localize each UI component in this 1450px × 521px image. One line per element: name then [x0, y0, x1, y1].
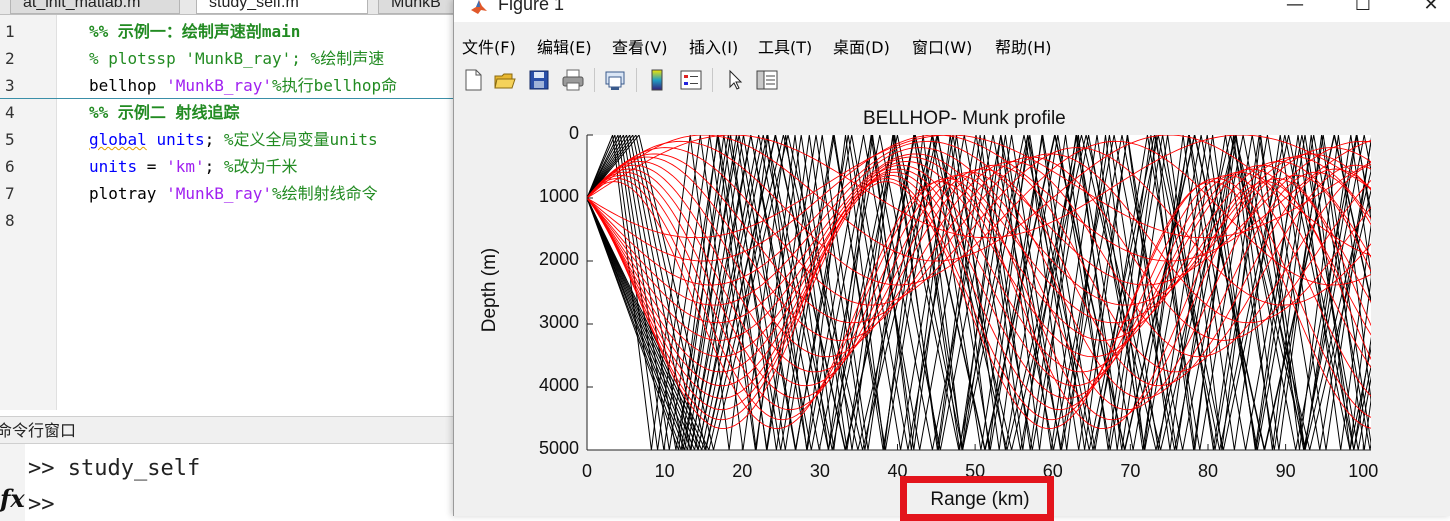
new-figure-icon[interactable] — [460, 67, 486, 93]
code-token: units — [89, 157, 138, 176]
x-tick-label: 30 — [809, 461, 830, 481]
file-tab-bar: at_init_matlab.m study_self.m MunkB — [0, 0, 456, 15]
insert-legend-icon[interactable] — [678, 67, 704, 93]
menu-desktop[interactable]: 桌面(D) — [833, 34, 890, 58]
code-token: %改为千米 — [223, 157, 298, 176]
x-tick-label: 70 — [1120, 461, 1141, 481]
line-number: 7 — [5, 184, 15, 203]
property-editor-icon[interactable] — [754, 67, 780, 93]
code-token: %执行bellhop命 — [272, 76, 398, 95]
x-tick-label: 20 — [732, 461, 753, 481]
command-history-line: >> study_self — [28, 456, 201, 481]
plot-area: BELLHOP- Munk profile 0 10 20 30 40 50 60 70 80 9… — [454, 100, 1450, 521]
section-divider — [0, 98, 456, 99]
y-axis-label: Depth (m) — [479, 247, 500, 333]
figure-toolbar — [454, 63, 1450, 97]
toolbar-separator — [594, 68, 595, 92]
command-window-title: 命令行窗口 — [0, 416, 456, 444]
line-number: 1 — [5, 22, 15, 41]
code-line[interactable]: bellhop 'MunkB_ray'%执行bellhop命 — [89, 72, 397, 99]
minimize-button[interactable]: — — [1280, 0, 1310, 18]
figure-title: Figure 1 — [498, 0, 565, 14]
toolbar-separator — [712, 68, 713, 92]
save-icon[interactable] — [526, 67, 552, 93]
code-token: plotray — [89, 184, 167, 203]
toolbar-separator — [636, 68, 637, 92]
code-token: ; — [204, 130, 224, 149]
code-token: bellhop — [89, 76, 167, 95]
print-icon[interactable] — [560, 67, 586, 93]
open-file-icon[interactable] — [492, 67, 518, 93]
x-tick-label: 80 — [1197, 461, 1218, 481]
figure-menu-bar: 文件(F) 编辑(E) 查看(V) 插入(I) 工具(T) 桌面(D) 窗口(W… — [454, 31, 1450, 59]
menu-file[interactable]: 文件(F) — [462, 34, 516, 58]
menu-edit[interactable]: 编辑(E) — [537, 34, 592, 58]
ray-trace-plot[interactable] — [454, 100, 1450, 516]
menu-window[interactable]: 窗口(W) — [912, 34, 972, 58]
code-token: %% 示例二 射线追踪 — [89, 103, 240, 122]
code-token: %% 示例一：绘制声速剖 — [89, 22, 262, 41]
figure-window: Figure 1 — ☐ ✕ 文件(F) 编辑(E) 查看(V) 插入(I) 工… — [453, 0, 1450, 521]
code-line[interactable]: % plotssp 'MunkB_ray'; %绘制声速 — [89, 45, 384, 72]
y-tick-label: 2000 — [538, 249, 579, 269]
file-tab-munkb[interactable]: MunkB — [378, 0, 456, 14]
code-token: %定义全局变量units — [223, 130, 378, 149]
code-token: 'MunkB_ray' — [166, 76, 273, 95]
code-token: %绘制射线命令 — [272, 184, 378, 203]
line-number: 3 — [5, 76, 15, 95]
code-token: = — [137, 157, 167, 176]
link-figure-icon[interactable] — [602, 67, 628, 93]
code-token: units — [156, 130, 205, 149]
code-line[interactable]: %% 示例二 射线追踪 — [89, 99, 240, 126]
file-tab-study-self[interactable]: study_self.m — [196, 0, 368, 14]
pointer-icon[interactable] — [722, 67, 748, 93]
highlight-box — [900, 476, 1054, 521]
x-tick-label: 0 — [581, 461, 593, 481]
close-button[interactable]: ✕ — [1416, 0, 1446, 18]
command-window-title-label: 命令行窗口 — [0, 421, 77, 440]
y-tick-label: 4000 — [538, 375, 579, 395]
code-line[interactable]: %% 示例一：绘制声速剖main — [89, 18, 300, 45]
code-token: global — [89, 130, 147, 149]
matlab-logo-icon — [471, 0, 487, 14]
function-browser-icon[interactable]: fx — [0, 484, 25, 513]
figure-title-bar: Figure 1 — ☐ ✕ — [454, 0, 1450, 22]
y-tick-label: 3000 — [538, 312, 579, 332]
y-tick-label: 0 — [568, 123, 579, 143]
x-tick-label: 100 — [1348, 461, 1379, 481]
line-number: 6 — [5, 157, 15, 176]
command-prompt[interactable]: >> — [28, 492, 55, 517]
code-token: % plotssp 'MunkB_ray'; %绘制声速 — [89, 49, 385, 68]
x-tick-label: 10 — [654, 461, 675, 481]
code-line[interactable]: units = 'km'; %改为千米 — [89, 153, 298, 180]
code-token: 'km' — [166, 157, 205, 176]
y-tick-label: 5000 — [538, 438, 579, 458]
file-tab-at-init-matlab[interactable]: at_init_matlab.m — [10, 0, 180, 14]
code-token: 'MunkB_ray' — [166, 184, 273, 203]
y-tick-label: 1000 — [538, 186, 579, 206]
editor-panel: at_init_matlab.m study_self.m MunkB 1 2 3 4… — [0, 0, 456, 521]
code-line[interactable]: plotray 'MunkB_ray'%绘制射线命令 — [89, 180, 378, 207]
menu-help[interactable]: 帮助(H) — [995, 34, 1052, 58]
code-line[interactable]: global units; %定义全局变量units — [89, 126, 378, 153]
line-number: 5 — [5, 130, 15, 149]
code-token: main — [261, 22, 301, 41]
code-token: ; — [204, 157, 224, 176]
menu-view[interactable]: 查看(V) — [612, 34, 667, 58]
line-number: 4 — [5, 103, 15, 122]
line-number: 8 — [5, 211, 15, 230]
plot-title: BELLHOP- Munk profile — [863, 108, 1066, 129]
maximize-button[interactable]: ☐ — [1348, 0, 1378, 18]
x-tick-label: 90 — [1275, 461, 1296, 481]
line-number: 2 — [5, 49, 15, 68]
insert-colorbar-icon[interactable] — [644, 67, 670, 93]
menu-insert[interactable]: 插入(I) — [689, 34, 738, 58]
menu-tools[interactable]: 工具(T) — [758, 34, 812, 58]
